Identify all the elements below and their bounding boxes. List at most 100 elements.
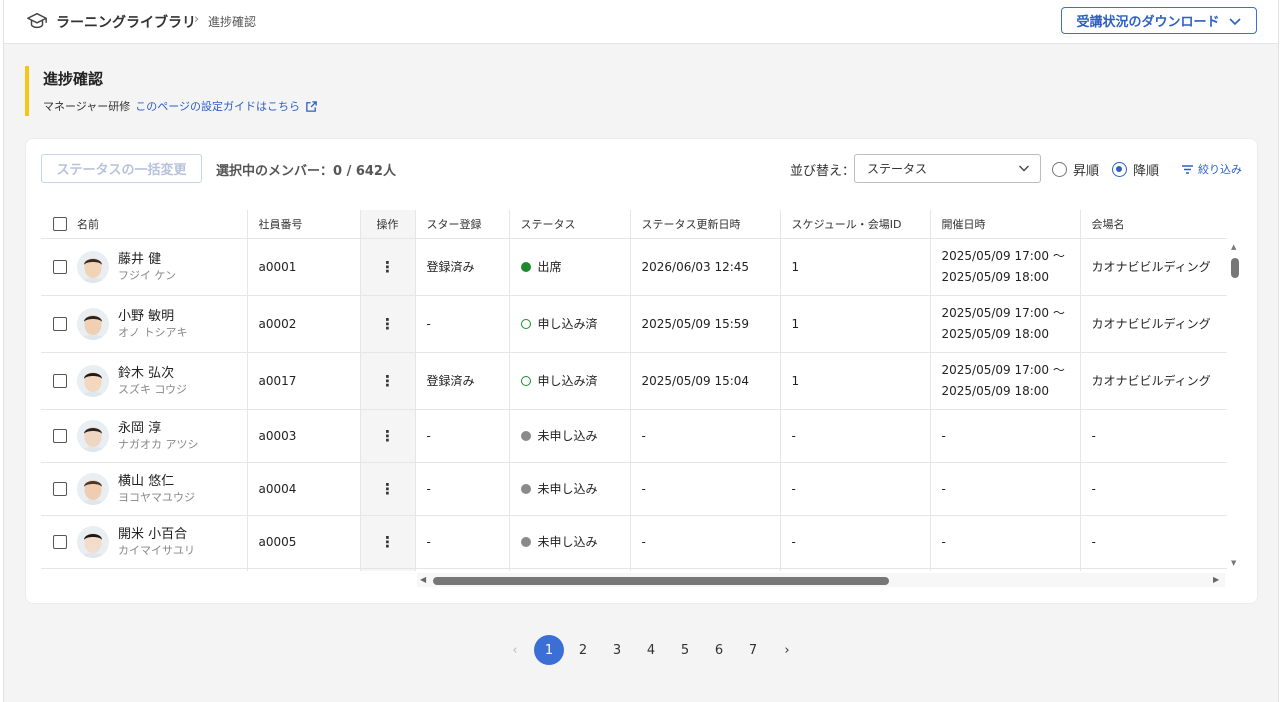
schedule-venue-id: 1 (780, 295, 931, 353)
more-vertical-icon[interactable]: ⋮ (380, 427, 395, 445)
row-actions-cell: ⋮ (360, 409, 416, 463)
more-vertical-icon[interactable]: ⋮ (380, 480, 395, 498)
status-updated-at: 2026/06/03 12:45 (630, 238, 781, 296)
more-vertical-icon[interactable]: ⋮ (380, 372, 395, 390)
page-number-button[interactable]: 3 (600, 635, 634, 665)
event-datetime: - (930, 515, 1081, 569)
row-checkbox[interactable] (53, 259, 67, 274)
table-row[interactable]: 小野 敏明 オノ トシアキ a0002 ⋮ - 申し込み済 2025/05/09… (41, 295, 1227, 353)
horizontal-scrollbar[interactable]: ◀ ▶ (417, 573, 1225, 587)
status-label: 出席 (537, 260, 562, 274)
status-cell: 出席 (509, 238, 631, 296)
scroll-left-icon[interactable]: ◀ (420, 575, 426, 584)
page-number-button[interactable]: 2 (566, 635, 600, 665)
bulk-status-change-button[interactable]: ステータスの一括変更 (41, 154, 202, 183)
selected-members-count: 選択中のメンバー：0 / 642人 (216, 164, 396, 179)
table-row[interactable]: 開米 小百合 カイマイサユリ a0005 ⋮ - 未申し込み - - - - (41, 515, 1227, 569)
scroll-up-icon[interactable]: ▲ (1231, 243, 1236, 251)
column-header[interactable]: スター登録 (415, 210, 510, 239)
table-row[interactable] (41, 568, 1227, 571)
scroll-down-icon[interactable]: ▼ (1231, 559, 1236, 567)
download-status-button[interactable]: 受講状況のダウンロード (1061, 7, 1257, 34)
page-numbers: 1234567 (532, 635, 770, 665)
event-date-start: - (941, 428, 946, 443)
status-cell: 申し込み済 (509, 352, 631, 410)
table-body: 藤井 健 フジイ ケン a0001 ⋮ 登録済み 出席 2026/06/03 1… (41, 238, 1227, 571)
external-link-icon[interactable] (305, 100, 318, 113)
row-select-cell (41, 238, 77, 296)
next-page-button[interactable]: › (770, 635, 804, 665)
horizontal-scroll-thumb[interactable] (433, 577, 889, 585)
row-checkbox[interactable] (53, 534, 67, 549)
event-date-start: - (941, 534, 946, 549)
column-header: 操作 (360, 210, 416, 239)
select-all-checkbox[interactable] (53, 216, 67, 231)
page-number-button[interactable]: 4 (634, 635, 668, 665)
row-checkbox[interactable] (53, 481, 67, 496)
row-checkbox[interactable] (53, 428, 67, 443)
order-asc-label: 昇順 (1073, 164, 1100, 179)
table-row[interactable]: 鈴木 弘次 スズキ コウジ a0017 ⋮ 登録済み 申し込み済 2025/05… (41, 352, 1227, 410)
page-number-button[interactable]: 7 (736, 635, 770, 665)
more-vertical-icon[interactable]: ⋮ (380, 533, 395, 551)
chevron-down-icon (1019, 165, 1029, 172)
column-header[interactable]: ステータス (509, 210, 631, 239)
member-name[interactable]: 鈴木 弘次 (118, 365, 187, 382)
venue-name: - (1080, 462, 1227, 516)
radio-off-icon (1052, 162, 1067, 177)
sort-select-value: ステータス (867, 162, 928, 176)
column-header[interactable]: 名前 (77, 210, 248, 239)
breadcrumb-app[interactable]: ラーニングライブラリ (56, 12, 196, 32)
order-asc-radio[interactable]: 昇順 (1052, 160, 1099, 179)
row-select-cell (41, 352, 77, 410)
member-name[interactable]: 横山 悠仁 (118, 473, 195, 490)
member-name[interactable]: 小野 敏明 (118, 308, 188, 325)
avatar (77, 472, 109, 505)
event-datetime: 2025/05/09 17:00 〜 2025/05/09 18:00 (930, 238, 1081, 296)
table-row[interactable]: 永岡 淳 ナガオカ アツシ a0003 ⋮ - 未申し込み - - - - (41, 409, 1227, 463)
course-name: マネージャー研修 (43, 100, 131, 113)
page-number-button[interactable]: 5 (668, 635, 702, 665)
sort-select[interactable]: ステータス (854, 154, 1041, 183)
employee-number: a0002 (247, 295, 361, 353)
member-kana: オノ トシアキ (118, 325, 188, 339)
more-vertical-icon[interactable]: ⋮ (380, 258, 395, 276)
column-header[interactable]: 社員番号 (247, 210, 361, 239)
page-number-button[interactable]: 1 (534, 635, 564, 665)
page-number-button[interactable]: 6 (702, 635, 736, 665)
star-registration: - (415, 515, 510, 569)
avatar (77, 250, 109, 283)
row-checkbox[interactable] (53, 316, 67, 331)
row-checkbox[interactable] (53, 373, 67, 388)
settings-guide-link[interactable]: このページの設定ガイドはこちら (135, 98, 300, 114)
venue-name: カオナビビルディング (1080, 238, 1227, 296)
column-header[interactable]: ステータス更新日時 (630, 210, 781, 239)
name-cell: 開米 小百合 カイマイサユリ (77, 515, 248, 569)
name-cell: 藤井 健 フジイ ケン (77, 238, 248, 296)
members-table: 名前 社員番号 操作 スター登録 ステータス ステータス更新日時 スケジュール・… (41, 210, 1227, 571)
vertical-scrollbar[interactable]: ▲ ▼ (1229, 243, 1241, 571)
column-header[interactable]: 開催日時 (930, 210, 1081, 239)
scroll-right-icon[interactable]: ▶ (1213, 575, 1219, 584)
table-row[interactable]: 横山 悠仁 ヨコヤマユウジ a0004 ⋮ - 未申し込み - - - - (41, 462, 1227, 516)
vertical-scroll-thumb[interactable] (1231, 258, 1239, 278)
star-registration: - (415, 409, 510, 463)
prev-page-button[interactable]: ‹ (498, 635, 532, 665)
member-name[interactable]: 藤井 健 (118, 251, 176, 268)
member-name[interactable]: 開米 小百合 (118, 526, 195, 543)
status-updated-at: 2025/05/09 15:04 (630, 352, 781, 410)
event-date-start: - (941, 481, 946, 496)
order-desc-radio[interactable]: 降順 (1112, 160, 1159, 179)
sort-label: 並び替え： (790, 164, 856, 179)
more-vertical-icon[interactable]: ⋮ (380, 315, 395, 333)
column-header[interactable]: 会場名 (1080, 210, 1227, 239)
row-actions-cell: ⋮ (360, 515, 416, 569)
member-name[interactable]: 永岡 淳 (118, 420, 199, 437)
table-row[interactable]: 藤井 健 フジイ ケン a0001 ⋮ 登録済み 出席 2026/06/03 1… (41, 238, 1227, 296)
event-date-end: 2025/05/09 18:00 (941, 383, 1050, 398)
filter-button[interactable]: 絞り込み (1181, 161, 1242, 177)
avatar (77, 419, 109, 452)
column-header[interactable]: スケジュール・会場ID (780, 210, 931, 239)
name-cell: 横山 悠仁 ヨコヤマユウジ (77, 462, 248, 516)
employee-number: a0001 (247, 238, 361, 296)
